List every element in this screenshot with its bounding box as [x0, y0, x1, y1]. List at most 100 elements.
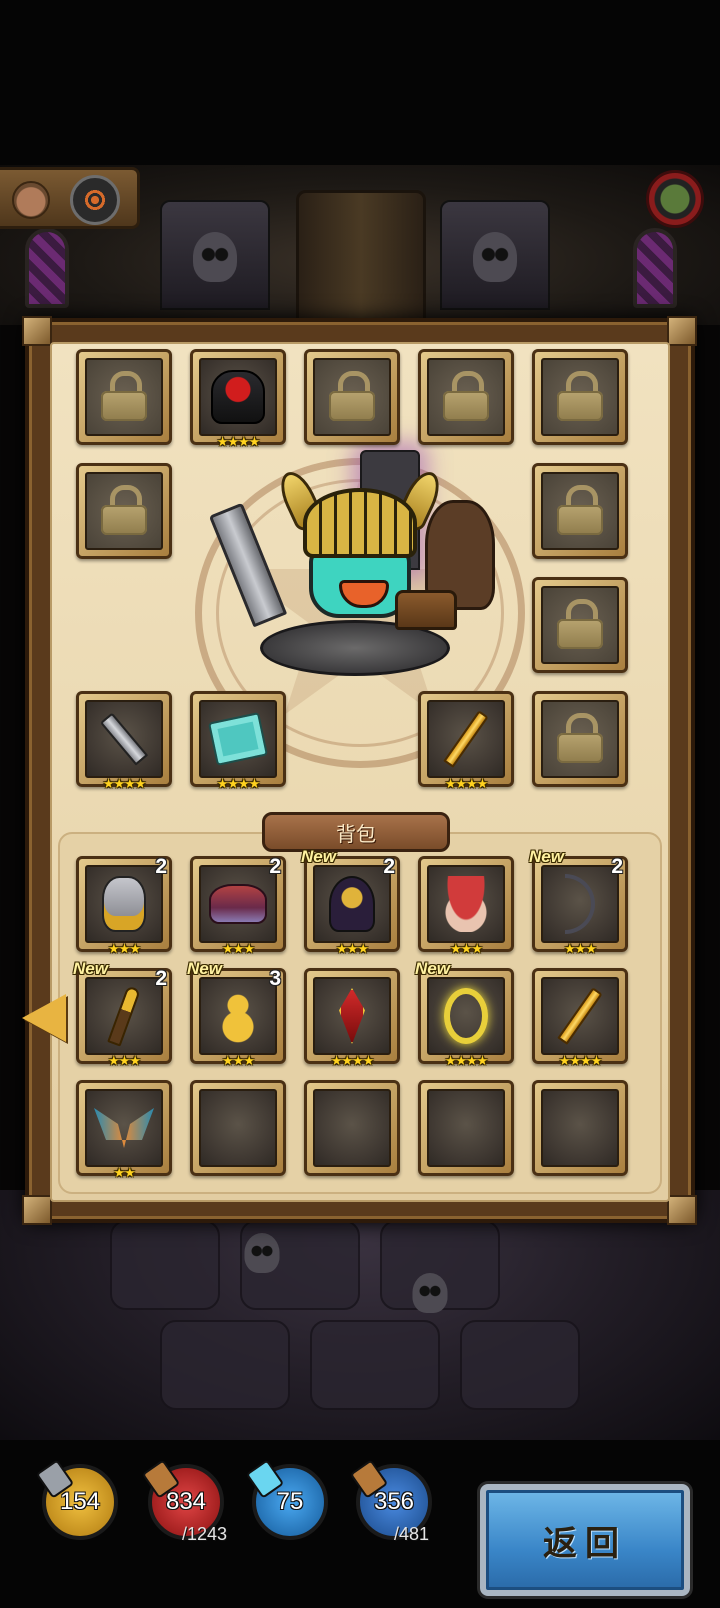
mana-resource: 75 [245, 1459, 328, 1540]
equipment-slot[interactable]: ★★★★ [190, 349, 286, 450]
skull-icon [473, 232, 517, 282]
bag-slot[interactable]: ★★★★ New [415, 959, 514, 1069]
slot-inner [85, 865, 163, 943]
gold-helmet-icon [102, 876, 146, 932]
locked-equipment-slot[interactable] [532, 349, 628, 445]
item-count: 2 [611, 855, 623, 878]
bow-icon [565, 874, 595, 934]
skull-icon [193, 232, 237, 282]
equipment-slot[interactable]: ★★★★ [190, 691, 286, 792]
hero-mouth [339, 580, 389, 608]
star-rating: ★★★★ [444, 777, 489, 792]
bag-slot[interactable]: ★★★ 2 New [301, 847, 400, 957]
character-face-icon[interactable] [12, 181, 50, 219]
target-icon[interactable] [70, 175, 120, 225]
star-rating: ★★ [113, 1166, 135, 1181]
floor-tile [460, 1320, 580, 1410]
slot-inner [313, 865, 391, 943]
panel-corner [22, 1195, 52, 1225]
golden-staff-icon [107, 985, 141, 1047]
panel-corner [667, 316, 697, 346]
bag-slot[interactable]: ★★★ 2 New [73, 959, 172, 1069]
star-rating: ★★★ [564, 942, 597, 957]
new-badge: New [415, 959, 450, 978]
sword-icon [208, 502, 288, 628]
locked-equipment-slot[interactable] [304, 349, 400, 445]
slot-inner [427, 977, 505, 1055]
slot-inner [427, 700, 505, 778]
lock-icon [101, 485, 147, 537]
floor-tile [310, 1320, 440, 1410]
item-count: 2 [155, 855, 167, 878]
bag-slot[interactable]: ★★★ 2 New [529, 847, 628, 957]
skull-icon [412, 1273, 448, 1313]
lock-icon [101, 371, 147, 423]
slot-inner [199, 700, 277, 778]
slot-inner [541, 586, 619, 664]
empty-bag-slot[interactable] [190, 1080, 286, 1176]
slot-inner [199, 977, 277, 1055]
bag-slot[interactable]: ★★ [76, 1080, 172, 1181]
locked-equipment-slot[interactable] [532, 691, 628, 787]
new-badge: New [529, 847, 564, 866]
golden-helmet-icon [303, 488, 417, 558]
slot-inner [427, 1089, 505, 1167]
locked-equipment-slot[interactable] [418, 349, 514, 445]
star-rating: ★★★★ [558, 1054, 603, 1069]
attack-resource: 154 [35, 1459, 118, 1540]
empty-bag-slot[interactable] [418, 1080, 514, 1176]
panel-corner [22, 316, 52, 346]
hat-icon [209, 884, 267, 924]
hero-character[interactable] [200, 450, 510, 690]
lock-icon [557, 599, 603, 651]
floor-tile [160, 1320, 290, 1410]
star-rating: ★★★ [450, 942, 483, 957]
slot-inner [541, 700, 619, 778]
mana-value: 75 [276, 1488, 304, 1515]
lock-icon [443, 371, 489, 423]
floor-tile [110, 1220, 220, 1310]
dark-knight-icon [211, 370, 265, 424]
slot-inner [427, 865, 505, 943]
slot-inner [313, 1089, 391, 1167]
lock-icon [557, 713, 603, 765]
scroll-left-arrow[interactable] [22, 994, 66, 1042]
back-button[interactable]: 返回 [480, 1484, 690, 1596]
empty-bag-slot[interactable] [532, 1080, 628, 1176]
equipment-slot[interactable]: ★★★★ [418, 691, 514, 792]
bag-slot[interactable]: ★★★ 2 [76, 855, 172, 957]
locked-equipment-slot[interactable] [76, 463, 172, 559]
slot-inner [541, 472, 619, 550]
panel-corner [667, 1195, 697, 1225]
red-pendant-icon [339, 988, 365, 1044]
empty-bag-slot[interactable] [304, 1080, 400, 1176]
bag-slot[interactable]: ★★★ 3 New [187, 959, 286, 1069]
equipment-slot[interactable]: ★★★★ [76, 691, 172, 792]
stained-glass-left [25, 228, 69, 308]
bag-slot[interactable]: ★★★ 2 [190, 855, 286, 957]
slot-inner [85, 977, 163, 1055]
top-background [0, 0, 720, 170]
new-badge: New [73, 959, 108, 978]
slot-inner [199, 865, 277, 943]
slot-inner [313, 358, 391, 436]
lock-icon [557, 371, 603, 423]
wings-icon [94, 1108, 154, 1148]
map-button[interactable] [646, 170, 704, 228]
locked-equipment-slot[interactable] [532, 463, 628, 559]
locked-equipment-slot[interactable] [532, 577, 628, 673]
map-icon [207, 712, 269, 766]
item-count: 2 [269, 855, 281, 878]
slot-inner [313, 977, 391, 1055]
energy-value: 356 [373, 1488, 415, 1515]
star-rating: ★★★ [336, 942, 369, 957]
bag-slot[interactable]: ★★★ [418, 856, 514, 957]
gold-ring-icon [444, 988, 488, 1044]
locked-equipment-slot[interactable] [76, 349, 172, 445]
new-badge: New [301, 847, 336, 866]
health-resource: 834 /1243 [141, 1459, 227, 1544]
star-rating: ★★★ [222, 1054, 255, 1069]
bag-slot[interactable]: ★★★★ [304, 968, 400, 1069]
slot-inner [199, 358, 277, 436]
bag-slot[interactable]: ★★★★ [532, 968, 628, 1069]
